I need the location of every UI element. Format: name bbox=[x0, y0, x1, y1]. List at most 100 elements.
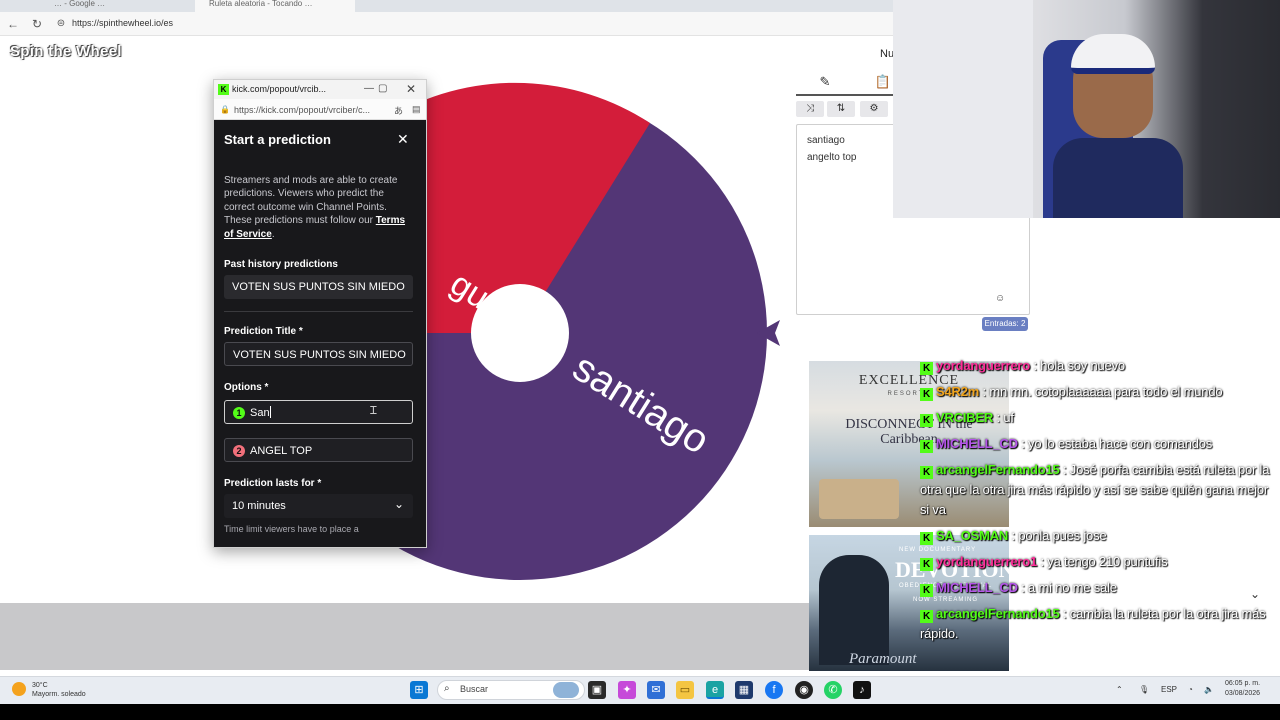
popout-url[interactable]: https://kick.com/popout/vrciber/c... bbox=[234, 105, 370, 115]
chat-username: yordanguerrero1 bbox=[936, 554, 1038, 569]
task-view-icon[interactable]: ▣ bbox=[588, 681, 606, 699]
kick-badge-icon: K bbox=[920, 584, 933, 597]
option-2-input[interactable]: 2 ANGEL TOP bbox=[224, 438, 413, 462]
wheel-center[interactable] bbox=[471, 284, 569, 382]
shuffle-button[interactable]: ⤨ bbox=[796, 101, 824, 117]
chat-text: : uf bbox=[996, 410, 1014, 425]
nav-item-partial[interactable]: Nu bbox=[880, 48, 894, 60]
prediction-description: Streamers and mods are able to create pr… bbox=[224, 174, 412, 241]
reader-icon[interactable]: ▤ bbox=[412, 104, 421, 115]
weather-desc: Mayorm. soleado bbox=[32, 691, 86, 698]
chat-text: : yo lo estaba hace con comandos bbox=[1021, 436, 1213, 451]
browser-tab-active[interactable]: Ruleta aleatoria - Tocando … bbox=[195, 0, 355, 12]
chat-username: SA_OSMAN bbox=[936, 528, 1009, 543]
window-close-icon[interactable]: ✕ bbox=[406, 82, 416, 96]
language-indicator[interactable]: ESP bbox=[1161, 685, 1177, 694]
entries-count-badge: Entradas: 2 bbox=[982, 317, 1028, 331]
clock-date: 03/08/2026 bbox=[1225, 690, 1261, 697]
webcam-door bbox=[893, 0, 1033, 218]
chat-message: Kyordanguerrero : hola soy nuevo bbox=[920, 356, 1280, 376]
chat-text: : mn mn. cotoplaaaaaa para todo el mundo bbox=[982, 384, 1223, 399]
maximize-icon[interactable]: ▢ bbox=[378, 83, 387, 94]
kick-badge-icon: K bbox=[920, 532, 933, 545]
site-logo[interactable]: Spin the Wheel bbox=[10, 43, 122, 60]
option-2-number: 2 bbox=[233, 445, 245, 457]
edit-pencil-icon[interactable]: ✎ bbox=[815, 72, 835, 92]
windows-start-icon[interactable]: ⊞ bbox=[410, 681, 428, 699]
microphone-icon[interactable]: 🎙 bbox=[1139, 685, 1149, 694]
prediction-title-input[interactable]: VOTEN SUS PUNTOS SIN MIEDO bbox=[224, 342, 413, 366]
search-icon: ⌕ bbox=[444, 683, 450, 694]
option-1-input[interactable]: 1 San bbox=[224, 400, 413, 424]
chat-message: K S4R2m : mn mn. cotoplaaaaaa para todo e… bbox=[920, 382, 1280, 402]
screen-bottom-border bbox=[0, 704, 1280, 720]
chat-username: arcangelFernando15 bbox=[936, 462, 1060, 477]
chat-username: VRCIBER bbox=[936, 410, 994, 425]
chat-text: : a mi no me sale bbox=[1021, 580, 1117, 595]
store-icon[interactable]: ▦ bbox=[735, 681, 753, 699]
weather-widget[interactable]: 30°C Mayorm. soleado bbox=[32, 681, 86, 699]
settings-gear-icon[interactable]: ⚙ bbox=[860, 101, 888, 117]
search-highlight-icon bbox=[553, 682, 579, 698]
past-history-label: Past history predictions bbox=[224, 259, 338, 270]
past-history-select[interactable]: VOTEN SUS PUNTOS SIN MIEDO bbox=[224, 275, 413, 299]
browser-tab[interactable]: … - Google … bbox=[40, 0, 180, 12]
kick-badge-icon: K bbox=[920, 610, 933, 623]
reload-icon[interactable]: ↻ bbox=[30, 17, 44, 31]
tiktok-icon[interactable]: ♪ bbox=[853, 681, 871, 699]
facebook-icon[interactable]: f bbox=[765, 681, 783, 699]
edge-browser-icon[interactable]: e bbox=[706, 681, 724, 699]
duration-select[interactable]: 10 minutes bbox=[224, 494, 413, 518]
emoji-icon[interactable]: ☺ bbox=[995, 293, 1005, 304]
copilot-icon[interactable]: ✦ bbox=[618, 681, 636, 699]
popout-window-title: kick.com/popout/vrcib... bbox=[232, 84, 327, 94]
minimize-icon[interactable]: — bbox=[364, 83, 374, 94]
sort-button[interactable]: ⇅ bbox=[827, 101, 855, 117]
chat-message: K MICHELL_CD : a mi no me sale bbox=[920, 578, 1280, 598]
results-clipboard-icon[interactable]: 📋 bbox=[873, 72, 893, 92]
description-text: Streamers and mods are able to create pr… bbox=[224, 175, 398, 227]
webcam-shirt bbox=[1053, 138, 1183, 218]
taskbar-clock[interactable]: 06:05 p. m. 03/08/2026 bbox=[1225, 679, 1260, 699]
text-cursor bbox=[269, 406, 271, 418]
options-label: Options * bbox=[224, 382, 269, 393]
chevron-down-icon[interactable]: ⌄ bbox=[394, 497, 404, 511]
ibeam-cursor-icon: Ꮖ bbox=[370, 405, 378, 417]
volume-icon[interactable]: 🔈 bbox=[1204, 685, 1214, 694]
chevron-down-icon[interactable]: ⌄ bbox=[1250, 587, 1260, 601]
translate-icon[interactable]: あ bbox=[394, 104, 403, 117]
option-1-number: 1 bbox=[233, 407, 245, 419]
chat-message: K MICHELL_CD : yo lo estaba hace con coma… bbox=[920, 434, 1280, 454]
kick-badge-icon: K bbox=[920, 388, 933, 401]
chat-message: K SA_OSMAN : ponla pues jose bbox=[920, 526, 1280, 546]
ad2-figure-image bbox=[819, 555, 889, 665]
site-info-icon[interactable]: ⊜ bbox=[54, 17, 68, 31]
chat-username: yordanguerrero bbox=[936, 358, 1031, 373]
back-icon[interactable]: ← bbox=[6, 17, 20, 31]
option-1-value: San bbox=[250, 407, 270, 419]
popout-scrollbar[interactable] bbox=[426, 252, 427, 542]
file-explorer-icon[interactable]: ▭ bbox=[676, 681, 694, 699]
chrome-icon[interactable]: ◉ bbox=[795, 681, 813, 699]
ad2-brand: Paramount bbox=[849, 651, 917, 667]
tray-chevron-icon[interactable]: ⌃ bbox=[1116, 685, 1123, 694]
webcam-cap bbox=[1071, 34, 1155, 74]
lock-icon: 🔒 bbox=[220, 105, 230, 114]
description-suffix: . bbox=[271, 228, 275, 240]
whatsapp-icon[interactable]: ✆ bbox=[824, 681, 842, 699]
wifi-icon[interactable]: ◔ bbox=[1188, 685, 1193, 694]
outlook-icon[interactable]: ✉ bbox=[647, 681, 665, 699]
page-footer-band bbox=[0, 603, 810, 670]
duration-help-text: Time limit viewers have to place a bbox=[224, 524, 359, 534]
ad1-beach-image bbox=[819, 479, 899, 519]
kick-popout-window: K kick.com/popout/vrcib... — ▢ ✕ 🔒 https… bbox=[213, 79, 427, 548]
address-bar-url[interactable]: https://spinthewheel.io/es bbox=[72, 18, 173, 28]
kick-badge-icon: K bbox=[920, 440, 933, 453]
weather-sun-icon[interactable] bbox=[12, 682, 26, 696]
close-icon[interactable]: ✕ bbox=[397, 131, 409, 148]
chat-message: Kyordanguerrero1 : ya tengo 210 puntufis bbox=[920, 552, 1280, 572]
windows-taskbar bbox=[0, 676, 1280, 704]
chat-message: KarcangelFernando15 : José porfa cambia … bbox=[920, 460, 1280, 520]
kick-badge-icon: K bbox=[920, 558, 933, 571]
chat-text: : hola soy nuevo bbox=[1033, 358, 1125, 373]
